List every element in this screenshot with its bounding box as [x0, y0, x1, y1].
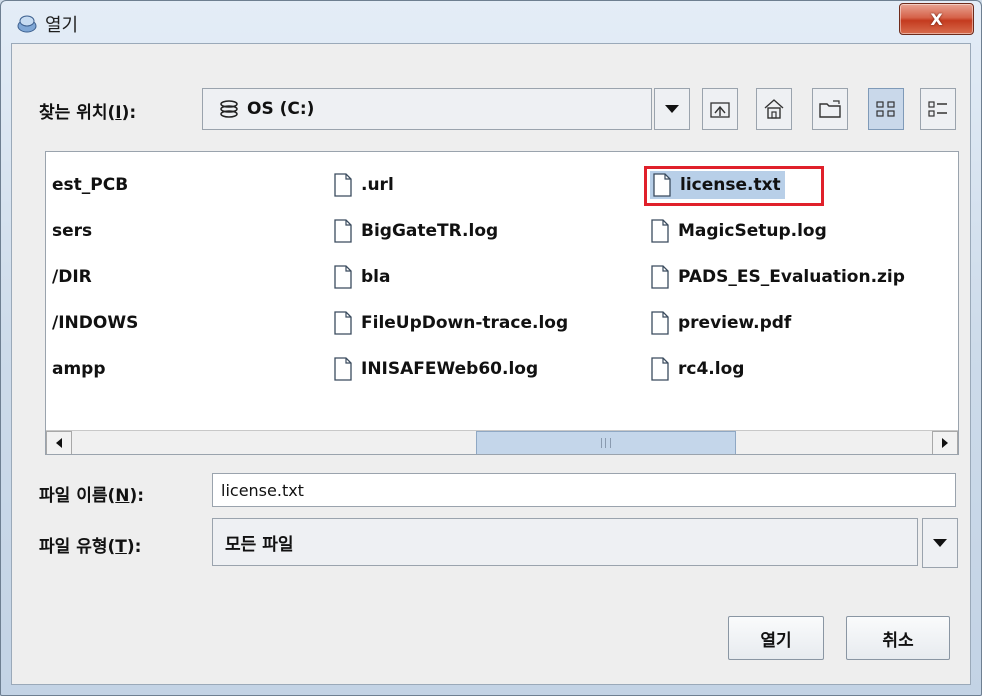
hard-drive-icon — [220, 100, 238, 118]
new-folder-button[interactable] — [812, 88, 848, 130]
selection-background: license.txt — [650, 171, 785, 199]
horizontal-scrollbar[interactable] — [46, 430, 958, 454]
list-item[interactable]: BigGateTR.log — [333, 208, 568, 254]
list-item[interactable]: .url — [333, 162, 568, 208]
details-view-button[interactable] — [920, 88, 956, 130]
file-icon — [651, 357, 669, 381]
look-in-combo[interactable]: OS (C:) — [202, 88, 652, 130]
list-item[interactable]: INISAFEWeb60.log — [333, 346, 568, 392]
window-title: 열기 — [45, 15, 79, 36]
grip-icon — [601, 438, 611, 448]
list-item[interactable]: rc4.log — [650, 346, 905, 392]
list-item[interactable]: ampp — [52, 346, 138, 392]
file-icon — [334, 173, 352, 197]
list-item[interactable]: FileUpDown-trace.log — [333, 300, 568, 346]
title-bar[interactable]: 열기 X — [1, 1, 981, 41]
filetype-label: 파일 유형(T): — [39, 537, 142, 557]
file-icon — [651, 311, 669, 335]
up-one-level-icon — [710, 102, 730, 118]
file-icon — [651, 265, 669, 289]
close-button[interactable]: X — [899, 3, 974, 35]
filetype-dropdown-button[interactable] — [922, 518, 958, 568]
home-icon — [764, 99, 784, 119]
file-icon — [334, 265, 352, 289]
file-column-3: license.txt MagicSetup.log PADS_ES_Evalu… — [644, 162, 905, 392]
list-item[interactable]: preview.pdf — [650, 300, 905, 346]
arrow-right-icon — [942, 438, 948, 448]
list-item[interactable]: bla — [333, 254, 568, 300]
chevron-down-icon — [665, 105, 679, 113]
new-folder-icon — [819, 100, 841, 118]
scroll-thumb[interactable] — [476, 431, 736, 454]
filename-input[interactable] — [212, 473, 956, 507]
list-view-button[interactable] — [868, 88, 904, 130]
chevron-down-icon — [933, 539, 947, 547]
list-item[interactable]: sers — [52, 208, 138, 254]
look-in-dropdown-button[interactable] — [654, 88, 690, 130]
file-icon — [653, 173, 671, 197]
look-in-value: OS (C:) — [247, 99, 315, 119]
list-item[interactable]: PADS_ES_Evaluation.zip — [650, 254, 905, 300]
close-icon: X — [930, 9, 943, 29]
file-icon — [334, 219, 352, 243]
list-item[interactable]: /INDOWS — [52, 300, 138, 346]
file-icon — [651, 219, 669, 243]
file-list[interactable]: est_PCB sers /DIR /INDOWS ampp .url BigG… — [45, 151, 959, 455]
cancel-button[interactable]: 취소 — [846, 616, 950, 660]
file-icon — [334, 357, 352, 381]
file-icon — [334, 311, 352, 335]
java-cup-icon — [17, 15, 37, 33]
file-column-1: est_PCB sers /DIR /INDOWS ampp — [52, 162, 138, 392]
filename-label: 파일 이름(N): — [39, 486, 145, 506]
dialog-content: 찾는 위치(I): OS (C:) est_PCB sers /DIR /IND… — [11, 43, 971, 685]
list-item[interactable]: MagicSetup.log — [650, 208, 905, 254]
open-dialog-window: 열기 X 찾는 위치(I): OS (C:) est_PCB sers /DIR… — [0, 0, 982, 696]
list-item-selected[interactable]: license.txt — [644, 162, 905, 208]
home-button[interactable] — [756, 88, 792, 130]
file-column-2: .url BigGateTR.log bla FileUpDown-trace.… — [333, 162, 568, 392]
scroll-right-button[interactable] — [932, 431, 958, 454]
list-item[interactable]: /DIR — [52, 254, 138, 300]
details-view-icon — [928, 101, 947, 117]
up-folder-button[interactable] — [702, 88, 738, 130]
look-in-label: 찾는 위치(I): — [39, 103, 137, 123]
list-view-icon — [876, 101, 895, 117]
arrow-left-icon — [56, 438, 62, 448]
filetype-value: 모든 파일 — [225, 534, 294, 555]
open-button[interactable]: 열기 — [728, 616, 824, 660]
scroll-left-button[interactable] — [46, 431, 72, 454]
filetype-combo[interactable]: 모든 파일 — [212, 518, 918, 566]
list-item[interactable]: est_PCB — [52, 162, 138, 208]
